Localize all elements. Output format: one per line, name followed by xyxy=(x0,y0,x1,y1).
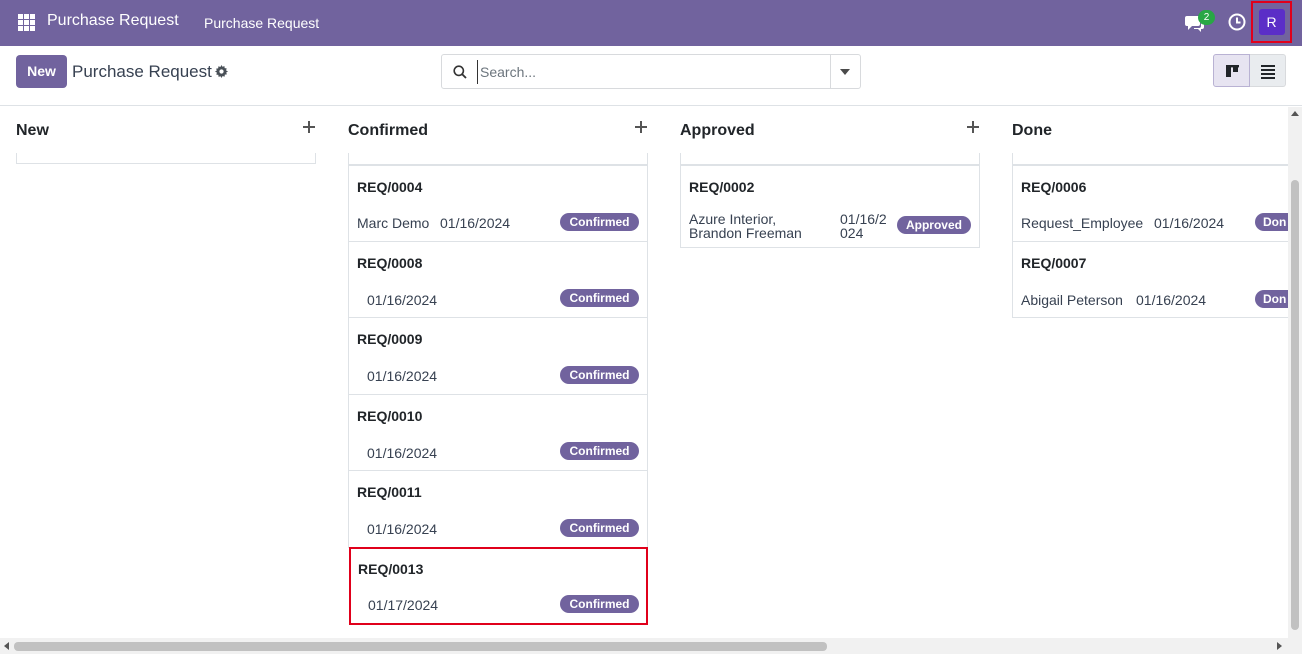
card-reference: REQ/0002 xyxy=(689,179,755,195)
list-view-icon xyxy=(1261,65,1275,79)
card-reference: REQ/0008 xyxy=(357,255,423,271)
card-requester: Abigail Peterson xyxy=(1021,292,1123,308)
chat-count-badge: 2 xyxy=(1198,10,1215,25)
status-badge: Don xyxy=(1255,290,1288,308)
avatar-highlight: R xyxy=(1251,1,1292,43)
search-bar xyxy=(441,54,861,89)
card-partial xyxy=(348,153,648,165)
control-panel: New Purchase Request xyxy=(0,46,1302,106)
card-date: 01/16/2 024 xyxy=(840,212,887,240)
kanban-card[interactable]: REQ/0002 Azure Interior, Brandon Freeman… xyxy=(680,165,980,248)
scroll-right-icon[interactable] xyxy=(1277,642,1282,650)
card-date: 01/16/2024 xyxy=(1154,215,1225,231)
status-badge: Approved xyxy=(897,216,971,234)
column-title-confirmed: Confirmed xyxy=(348,122,428,139)
status-badge: Don xyxy=(1255,213,1288,231)
status-badge: Confirmed xyxy=(560,366,639,384)
status-badge: Confirmed xyxy=(560,519,639,537)
column-title-approved: Approved xyxy=(680,122,755,139)
apps-menu-icon[interactable] xyxy=(18,14,35,31)
card-date: 01/16/2024 xyxy=(367,368,438,384)
card-reference: REQ/0010 xyxy=(357,408,423,424)
gear-icon[interactable] xyxy=(215,65,228,78)
kanban-board: New Confirmed REQ/0004 Marc Demo 01/16/2… xyxy=(0,107,1288,638)
horizontal-scroll-thumb[interactable] xyxy=(14,642,827,651)
card-requester-line1: Azure Interior, xyxy=(689,211,777,227)
kanban-card[interactable]: REQ/0007 Abigail Peterson 01/16/2024 Don xyxy=(1012,241,1288,318)
kanban-card[interactable]: REQ/0010 01/16/2024 Confirmed xyxy=(348,394,648,471)
vertical-scrollbar[interactable] xyxy=(1288,107,1302,638)
menu-item-purchase-request[interactable]: Purchase Request xyxy=(204,15,319,31)
kanban-view-icon xyxy=(1226,65,1239,77)
card-partial xyxy=(680,153,980,165)
card-date-line1: 01/16/2 xyxy=(840,211,887,227)
kanban-view-button[interactable] xyxy=(1213,54,1250,87)
kanban-card[interactable]: REQ/0008 01/16/2024 Confirmed xyxy=(348,241,648,318)
page-title: Purchase Request xyxy=(72,62,212,81)
new-button[interactable]: New xyxy=(16,55,67,88)
kanban-card-highlighted[interactable]: REQ/0013 01/17/2024 Confirmed xyxy=(349,547,648,625)
card-requester: Marc Demo xyxy=(357,215,430,231)
vertical-scroll-thumb[interactable] xyxy=(1291,180,1299,630)
card-reference: REQ/0004 xyxy=(357,179,423,195)
status-badge: Confirmed xyxy=(560,213,639,231)
app-title[interactable]: Purchase Request xyxy=(47,12,179,30)
column-title-new: New xyxy=(16,122,49,139)
kanban-card[interactable]: REQ/0009 01/16/2024 Confirmed xyxy=(348,317,648,395)
search-input[interactable] xyxy=(477,60,827,84)
card-date: 01/17/2024 xyxy=(368,597,439,613)
column-add-confirmed-icon[interactable] xyxy=(635,121,647,133)
kanban-card[interactable]: REQ/0011 01/16/2024 Confirmed xyxy=(348,470,648,548)
status-badge: Confirmed xyxy=(560,595,639,613)
card-reference: REQ/0013 xyxy=(358,561,424,577)
column-empty-stub xyxy=(16,153,316,164)
card-reference: REQ/0007 xyxy=(1021,255,1087,271)
card-requester: Azure Interior, Brandon Freeman xyxy=(689,212,802,240)
card-date: 01/16/2024 xyxy=(367,292,438,308)
card-reference: REQ/0009 xyxy=(357,331,423,347)
column-title-done: Done xyxy=(1012,122,1052,139)
card-partial xyxy=(1012,153,1288,165)
clock-icon[interactable] xyxy=(1228,13,1246,31)
top-navbar: Purchase Request Purchase Request 2 R xyxy=(0,0,1302,46)
status-badge: Confirmed xyxy=(560,442,639,460)
search-icon xyxy=(453,65,467,79)
card-date-line2: 024 xyxy=(840,225,864,241)
user-avatar[interactable]: R xyxy=(1258,9,1285,35)
scroll-up-icon[interactable] xyxy=(1291,111,1299,116)
horizontal-scrollbar[interactable] xyxy=(0,638,1302,654)
card-date: 01/16/2024 xyxy=(440,215,511,231)
list-view-button[interactable] xyxy=(1250,54,1286,87)
card-reference: REQ/0006 xyxy=(1021,179,1087,195)
kanban-card[interactable]: REQ/0006 Request_Employee 01/16/2024 Don xyxy=(1012,165,1288,242)
card-date: 01/16/2024 xyxy=(367,445,438,461)
status-badge: Confirmed xyxy=(560,289,639,307)
scroll-left-icon[interactable] xyxy=(4,642,9,650)
column-add-approved-icon[interactable] xyxy=(967,121,979,133)
card-requester: Request_Employee xyxy=(1021,215,1144,231)
card-date: 01/16/2024 xyxy=(367,521,438,537)
search-options-toggle[interactable] xyxy=(830,55,860,88)
card-date: 01/16/2024 xyxy=(1136,292,1207,308)
kanban-card[interactable]: REQ/0004 Marc Demo 01/16/2024 Confirmed xyxy=(348,165,648,242)
card-reference: REQ/0011 xyxy=(357,484,422,500)
card-requester-line2: Brandon Freeman xyxy=(689,225,802,241)
column-add-new-icon[interactable] xyxy=(303,121,315,133)
